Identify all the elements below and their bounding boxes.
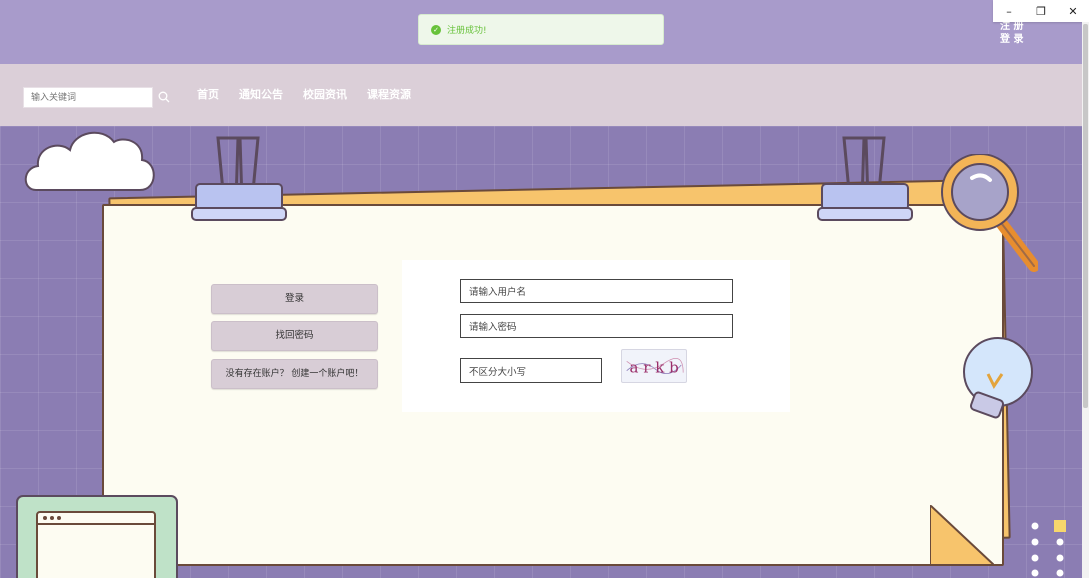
lightbulb-icon: [963, 337, 1033, 419]
nav-bar: 首页 通知公告 校园资讯 课程资源: [0, 64, 1089, 126]
captcha-text: a r k b: [630, 359, 679, 377]
window-controls: – ❐ ✕: [993, 0, 1089, 22]
captcha-image[interactable]: a r k b: [621, 349, 687, 383]
nav-item-home[interactable]: 首页: [197, 87, 219, 103]
login-link[interactable]: 登 录: [1000, 33, 1040, 46]
paper-clip-icon: [191, 136, 287, 221]
restore-button[interactable]: ❐: [1029, 5, 1053, 18]
nav-item-campus-news[interactable]: 校园资讯: [303, 87, 347, 103]
cloud-icon: [24, 131, 155, 191]
magnifier-icon: [941, 154, 1038, 272]
toast-message: 注册成功!: [447, 26, 487, 36]
scrollbar-thumb[interactable]: [1083, 24, 1088, 408]
search-input[interactable]: [23, 87, 153, 108]
dot-pattern-icon: [1031, 520, 1066, 577]
find-password-button[interactable]: 找回密码: [211, 321, 378, 351]
nav-item-notices[interactable]: 通知公告: [239, 87, 283, 103]
paper-clip-icon: [817, 136, 913, 221]
minimize-button[interactable]: –: [997, 5, 1021, 18]
nav-menu: 首页 通知公告 校园资讯 课程资源: [197, 87, 411, 103]
captcha-field[interactable]: [460, 358, 602, 383]
success-toast: ✓ 注册成功!: [418, 14, 664, 45]
create-account-button[interactable]: 没有存在账户？ 创建一个账户吧！: [211, 359, 378, 389]
close-button[interactable]: ✕: [1061, 5, 1085, 18]
login-button[interactable]: 登录: [211, 284, 378, 314]
search-icon[interactable]: [158, 91, 170, 103]
check-circle-icon: ✓: [431, 24, 441, 35]
browser-window-icon: [16, 495, 178, 578]
paper-fold-corner: [930, 505, 994, 565]
password-field[interactable]: [460, 314, 733, 338]
username-field[interactable]: [460, 279, 733, 303]
auth-links: 注 册 登 录: [1000, 20, 1040, 46]
nav-item-course-resources[interactable]: 课程资源: [367, 87, 411, 103]
